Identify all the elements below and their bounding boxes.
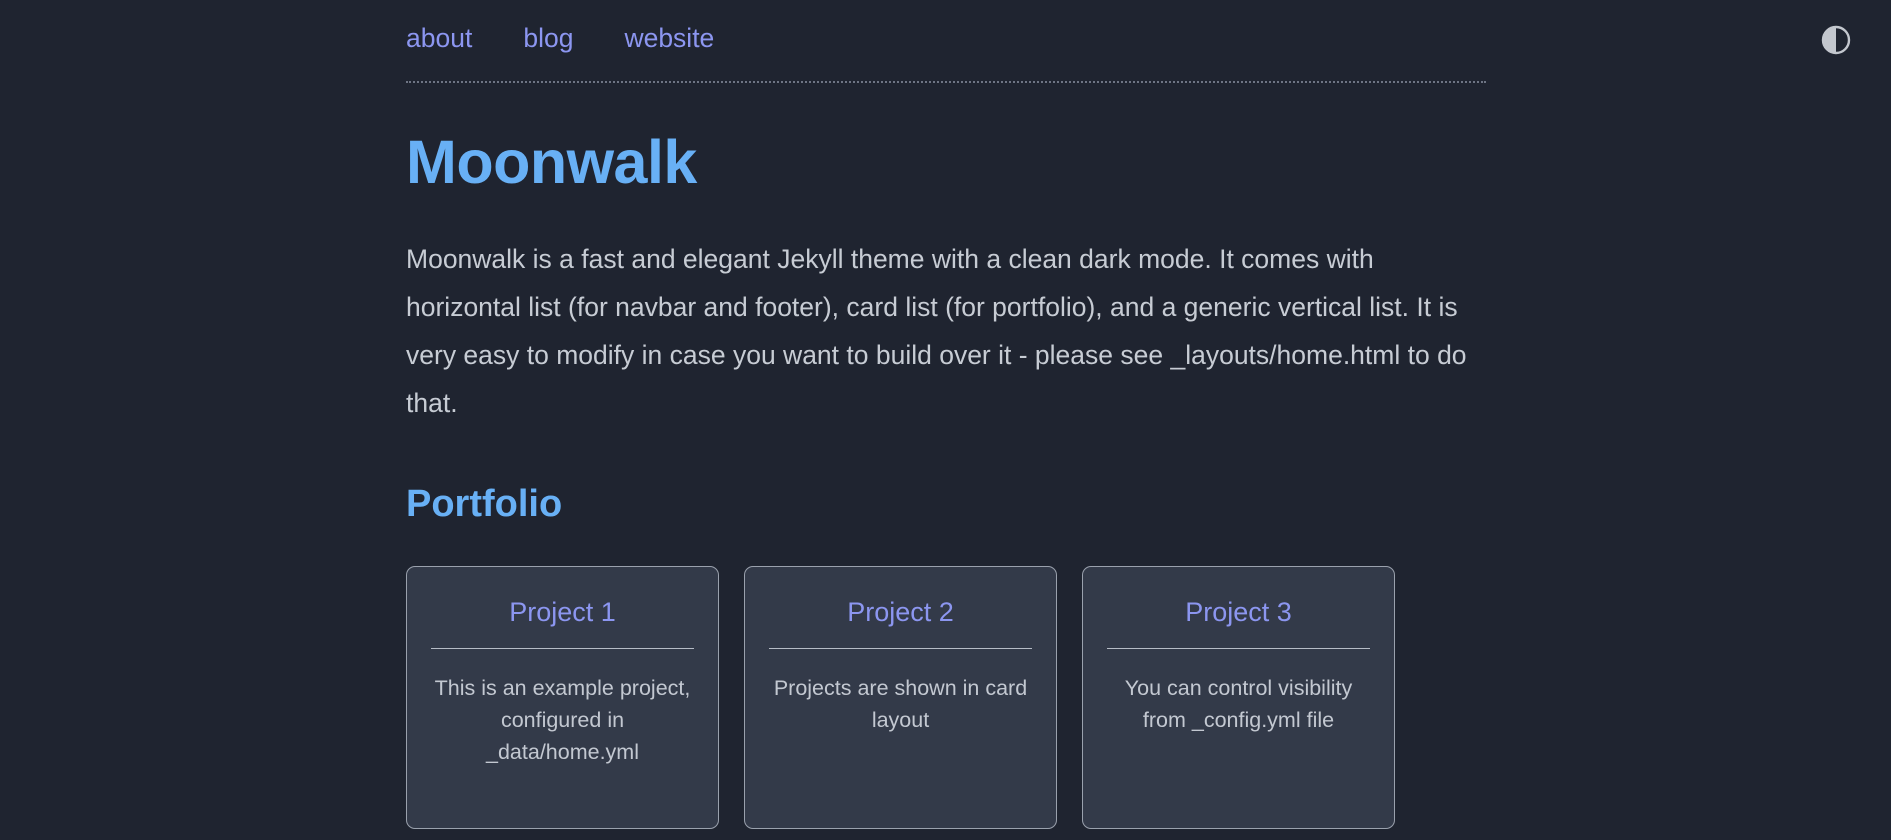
theme-toggle-button[interactable] <box>1818 22 1854 58</box>
portfolio-card-description: You can control visibility from _config.… <box>1107 672 1370 736</box>
portfolio-card-description: This is an example project, configured i… <box>431 672 694 768</box>
portfolio-card[interactable]: Project 2 Projects are shown in card lay… <box>744 566 1057 829</box>
page-root: about blog website Moonwalk Moonwalk is … <box>0 0 1891 840</box>
intro-paragraph: Moonwalk is a fast and elegant Jekyll th… <box>406 235 1476 427</box>
portfolio-card-list: Project 1 This is an example project, co… <box>406 566 1486 829</box>
portfolio-card[interactable]: Project 1 This is an example project, co… <box>406 566 719 829</box>
portfolio-card-description: Projects are shown in card layout <box>769 672 1032 736</box>
nav-link-about[interactable]: about <box>406 20 472 57</box>
portfolio-card[interactable]: Project 3 You can control visibility fro… <box>1082 566 1395 829</box>
page-title: Moonwalk <box>406 127 1486 197</box>
half-circle-contrast-icon <box>1819 23 1853 57</box>
portfolio-card-title[interactable]: Project 1 <box>509 594 616 630</box>
portfolio-card-divider <box>1107 648 1370 649</box>
portfolio-card-title[interactable]: Project 3 <box>1185 594 1292 630</box>
nav-link-website[interactable]: website <box>624 20 714 57</box>
content-column: about blog website Moonwalk Moonwalk is … <box>406 0 1486 829</box>
nav-link-blog[interactable]: blog <box>523 20 573 57</box>
portfolio-card-title[interactable]: Project 2 <box>847 594 954 630</box>
portfolio-card-divider <box>769 648 1032 649</box>
navbar: about blog website <box>406 0 1486 57</box>
navbar-divider <box>406 81 1486 83</box>
portfolio-heading: Portfolio <box>406 482 1486 528</box>
portfolio-card-divider <box>431 648 694 649</box>
